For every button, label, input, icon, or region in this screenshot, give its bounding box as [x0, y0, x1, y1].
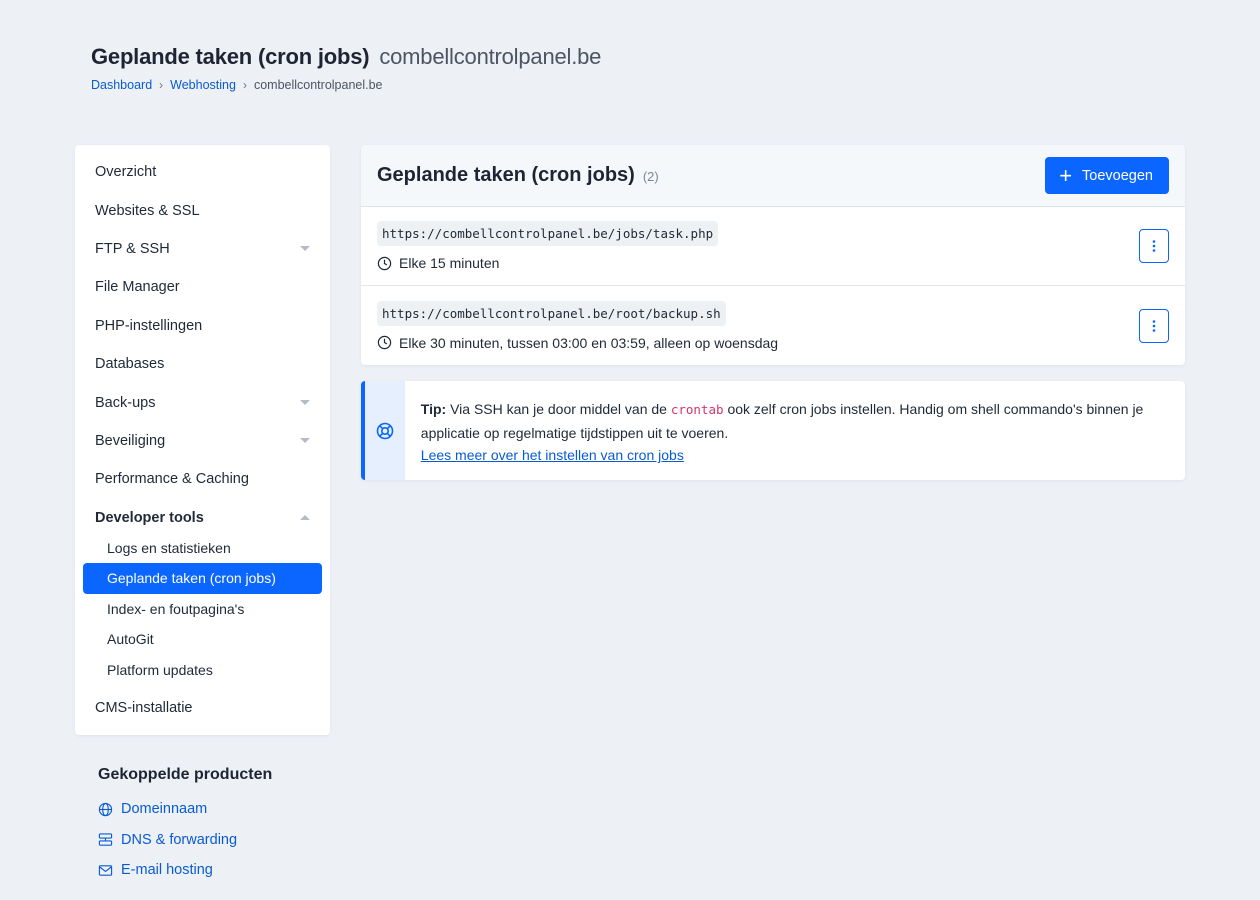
mail-icon — [98, 865, 113, 876]
linked-product-label: Domeinnaam — [121, 801, 208, 818]
tip-code: crontab — [670, 402, 724, 417]
chevron-down-icon — [300, 400, 310, 406]
linked-products: Gekoppelde producten Domeinnaam DNS & fo… — [98, 766, 272, 886]
job-schedule: Elke 30 minuten, tussen 03:00 en 03:59, … — [377, 335, 778, 351]
sidebar-item-cms[interactable]: CMS-installatie — [75, 689, 330, 727]
server-icon — [98, 833, 113, 846]
sidebar-subitem-label: Logs en statistieken — [107, 540, 231, 557]
chevron-down-icon — [300, 246, 310, 252]
breadcrumb: Dashboard › Webhosting › combellcontrolp… — [91, 78, 601, 92]
linked-product-label: DNS & forwarding — [121, 831, 238, 848]
linked-product-domain[interactable]: Domeinnaam — [98, 794, 272, 825]
clock-icon — [377, 256, 392, 270]
job-url: https://combellcontrolpanel.be/jobs/task… — [377, 221, 719, 246]
chevron-down-icon — [300, 438, 310, 444]
tip-icon-column — [361, 381, 405, 480]
job-schedule-text: Elke 15 minuten — [399, 255, 500, 271]
sidebar-submenu: Logs en statistieken Geplande taken (cro… — [75, 533, 330, 685]
card-header: Geplande taken (cron jobs) (2) + Toevoege… — [361, 145, 1185, 207]
cron-jobs-card: Geplande taken (cron jobs) (2) + Toevoege… — [361, 145, 1185, 365]
sidebar-item-databases[interactable]: Databases — [75, 345, 330, 383]
sidebar-item-backups[interactable]: Back-ups — [75, 383, 330, 421]
job-schedule: Elke 15 minuten — [377, 255, 718, 271]
sidebar-item-file-manager[interactable]: File Manager — [75, 268, 330, 306]
tip-label: Tip: — [420, 401, 447, 417]
sidebar-subitem-platform-updates[interactable]: Platform updates — [83, 654, 322, 684]
sidebar-subitem-label: Platform updates — [107, 661, 213, 678]
job-schedule-text: Elke 30 minuten, tussen 03:00 en 03:59, … — [399, 334, 779, 351]
tip-learn-more-link[interactable]: Lees meer over het instellen van cron jo… — [421, 447, 684, 463]
add-button-label: Toevoegen — [1082, 167, 1153, 184]
breadcrumb-separator: › — [242, 78, 247, 92]
page-title-text: Geplande taken (cron jobs) — [91, 44, 370, 69]
sidebar-item-beveiliging[interactable]: Beveiliging — [75, 422, 330, 460]
card-title-text: Geplande taken (cron jobs) — [377, 164, 635, 186]
sidebar-item-label: FTP & SSH — [95, 240, 170, 257]
tip-body: Tip: Via SSH kan je door middel van de c… — [405, 381, 1185, 480]
sidebar-item-label: Overzicht — [95, 164, 157, 181]
add-cron-job-button[interactable]: + Toevoegen — [1045, 157, 1169, 194]
sidebar-item-label: Websites & SSL — [95, 202, 200, 219]
sidebar-subitem-error-pages[interactable]: Index- en foutpagina's — [83, 594, 322, 624]
breadcrumb-current: combellcontrolpanel.be — [253, 78, 383, 92]
sidebar-subitem-logs[interactable]: Logs en statistieken — [83, 533, 322, 563]
sidebar-item-ftp-ssh[interactable]: FTP & SSH — [75, 230, 330, 268]
job-url: https://combellcontrolpanel.be/root/back… — [377, 300, 726, 326]
job-actions-button[interactable] — [1139, 308, 1169, 343]
sidebar-subitem-label: AutoGit — [107, 631, 154, 648]
job-row: https://combellcontrolpanel.be/jobs/task… — [361, 207, 1185, 286]
sidebar-subitem-label: Geplande taken (cron jobs) — [107, 570, 276, 587]
clock-icon — [377, 335, 392, 350]
sidebar-subitem-label: Index- en foutpagina's — [107, 600, 245, 617]
sidebar-item-label: Developer tools — [95, 509, 204, 526]
card-title: Geplande taken (cron jobs) (2) — [377, 164, 659, 187]
page-header: Geplande taken (cron jobs) combellcontro… — [91, 44, 601, 92]
sidebar-item-overzicht[interactable]: Overzicht — [75, 153, 330, 191]
job-actions-button[interactable] — [1139, 229, 1169, 263]
page-title: Geplande taken (cron jobs) combellcontro… — [91, 44, 601, 70]
sidebar-subitem-autogit[interactable]: AutoGit — [83, 624, 322, 654]
breadcrumb-separator: › — [159, 78, 164, 92]
sidebar-item-label: File Manager — [95, 279, 180, 296]
sidebar-item-label: CMS-installatie — [95, 700, 193, 717]
sidebar-item-label: PHP-instellingen — [95, 317, 203, 334]
linked-products-title: Gekoppelde producten — [98, 766, 273, 783]
sidebar-item-php[interactable]: PHP-instellingen — [75, 307, 330, 345]
sidebar-subitem-cron-jobs[interactable]: Geplande taken (cron jobs) — [83, 563, 322, 594]
breadcrumb-dashboard[interactable]: Dashboard — [91, 78, 152, 92]
chevron-up-icon — [300, 515, 310, 521]
job-count: (2) — [642, 169, 659, 184]
more-vertical-icon — [1152, 240, 1156, 252]
job-row: https://combellcontrolpanel.be/root/back… — [361, 286, 1185, 365]
tip-text-before: Via SSH kan je door middel van de — [450, 401, 667, 417]
sidebar-item-performance[interactable]: Performance & Caching — [75, 460, 330, 498]
sidebar-item-label: Databases — [95, 356, 165, 373]
plus-icon: + — [1059, 162, 1073, 188]
more-vertical-icon — [1152, 319, 1156, 332]
linked-product-label: E-mail hosting — [121, 862, 213, 879]
lifebuoy-icon — [376, 422, 394, 439]
page-title-domain: combellcontrolpanel.be — [379, 44, 602, 69]
globe-icon — [98, 802, 113, 816]
sidebar: Overzicht Websites & SSL FTP & SSH File … — [75, 145, 330, 735]
tip-box: Tip: Via SSH kan je door middel van de c… — [361, 381, 1185, 480]
sidebar-item-label: Performance & Caching — [95, 471, 249, 488]
sidebar-item-label: Beveiliging — [95, 432, 166, 449]
linked-product-dns[interactable]: DNS & forwarding — [98, 825, 272, 856]
breadcrumb-webhosting[interactable]: Webhosting — [170, 78, 236, 92]
linked-product-email[interactable]: E-mail hosting — [98, 855, 272, 886]
sidebar-item-label: Back-ups — [95, 394, 156, 411]
sidebar-item-websites-ssl[interactable]: Websites & SSL — [75, 191, 330, 229]
sidebar-item-developer-tools[interactable]: Developer tools — [75, 499, 330, 537]
